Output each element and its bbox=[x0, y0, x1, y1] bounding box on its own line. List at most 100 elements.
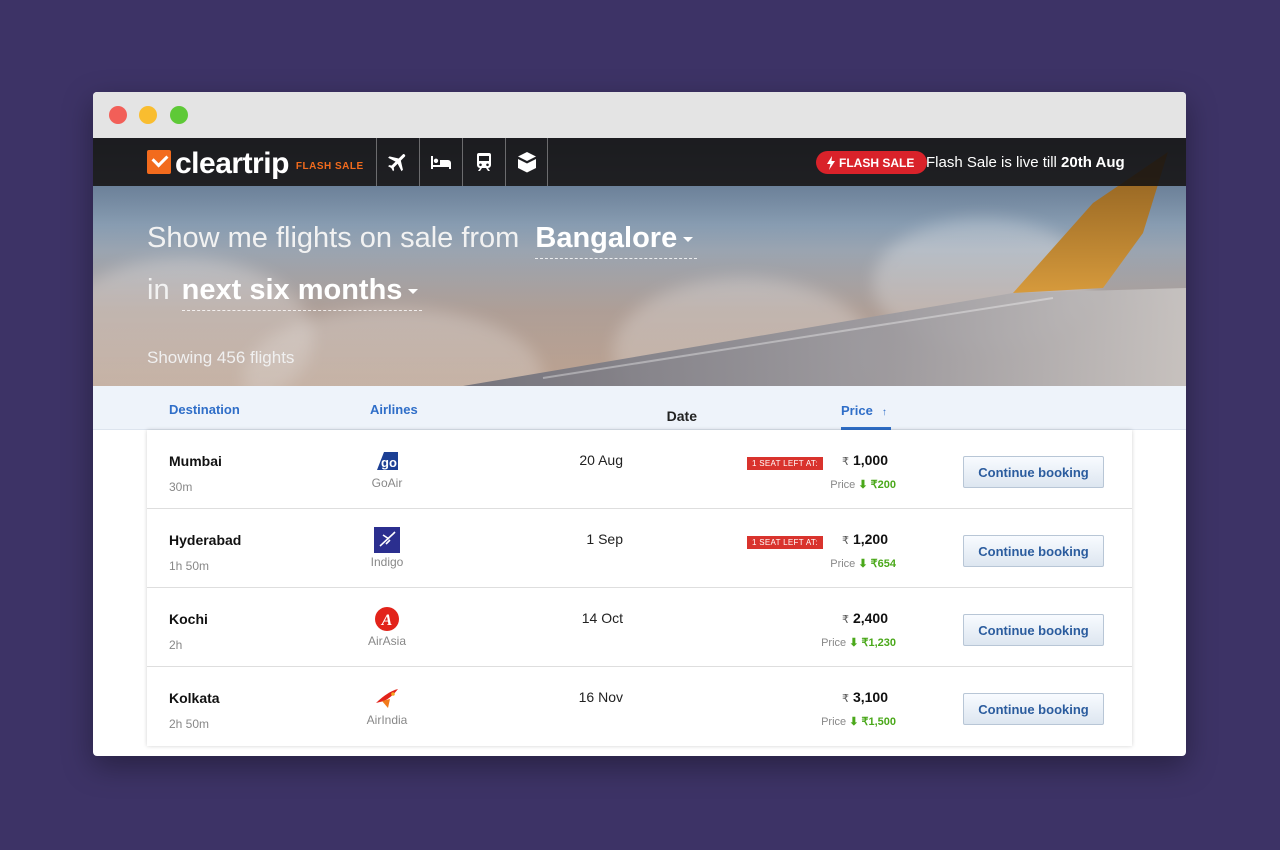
hotel-icon[interactable] bbox=[419, 138, 462, 186]
sort-by-price[interactable]: Price ↑ bbox=[841, 403, 891, 430]
sort-by-date[interactable]: Date bbox=[591, 408, 697, 424]
airline-name: GoAir bbox=[371, 476, 403, 490]
fare-value: 2,400 bbox=[852, 610, 888, 626]
airasia-logo-icon: A bbox=[375, 607, 399, 631]
price-drop-value: ₹200 bbox=[870, 479, 896, 491]
browser-window: cleartrip Flash Sale FLASH SALE bbox=[93, 92, 1186, 756]
fare-price: ₹2,400 bbox=[842, 610, 888, 626]
origin-value: Bangalore bbox=[535, 222, 678, 254]
fare-price: ₹1,000 bbox=[842, 452, 888, 468]
train-icon[interactable] bbox=[462, 138, 505, 186]
results-column-header: Destination Airlines Date Price ↑ bbox=[93, 386, 1186, 430]
continue-booking-button[interactable]: Continue booking bbox=[963, 535, 1104, 567]
goair-logo-icon: go bbox=[377, 452, 398, 470]
destination-city: Kolkata bbox=[169, 690, 220, 706]
period-value: next six months bbox=[181, 274, 403, 306]
fare-price: ₹3,100 bbox=[842, 689, 888, 705]
headline-prefix: Show me flights on sale from bbox=[147, 222, 520, 254]
destination-city: Kochi bbox=[169, 611, 208, 627]
flight-duration: 30m bbox=[169, 480, 193, 494]
flight-row: Mumbai 30m go GoAir 20 Aug 1 seat left a… bbox=[147, 430, 1132, 509]
rupee-icon: ₹ bbox=[841, 535, 849, 547]
sort-ascending-icon: ↑ bbox=[881, 407, 887, 418]
arrow-down-icon: ⬇ bbox=[858, 558, 868, 570]
close-window-button[interactable] bbox=[109, 106, 127, 124]
fare-value: 1,000 bbox=[852, 452, 888, 468]
origin-selector[interactable]: Bangalore bbox=[535, 222, 698, 259]
price-drop-label: Price bbox=[821, 716, 847, 728]
sort-by-airlines[interactable]: Airlines bbox=[370, 402, 418, 417]
continue-booking-button[interactable]: Continue booking bbox=[963, 693, 1104, 725]
rupee-icon: ₹ bbox=[841, 456, 849, 468]
continue-booking-button[interactable]: Continue booking bbox=[963, 456, 1104, 488]
product-nav bbox=[376, 138, 548, 186]
top-navigation-bar: cleartrip Flash Sale FLASH SALE bbox=[93, 138, 1186, 186]
fare-price: ₹1,200 bbox=[842, 531, 888, 547]
indigo-logo-icon bbox=[374, 527, 400, 553]
flight-duration: 1h 50m bbox=[169, 559, 210, 573]
maximize-window-button[interactable] bbox=[170, 106, 188, 124]
flash-info-text: Flash Sale is live till bbox=[926, 154, 1062, 171]
price-drop: Price ⬇ ₹1,500 bbox=[821, 715, 896, 728]
flight-date: 16 Nov bbox=[578, 689, 623, 705]
minimize-window-button[interactable] bbox=[139, 106, 157, 124]
price-drop-label: Price bbox=[830, 479, 856, 491]
flash-sale-info: Flash Sale is live till 20th Aug bbox=[926, 154, 1125, 171]
airline-cell: Indigo bbox=[352, 527, 422, 569]
fare-value: 3,100 bbox=[852, 689, 888, 705]
airline-name: Indigo bbox=[370, 555, 404, 569]
rupee-icon: ₹ bbox=[841, 614, 849, 626]
airline-cell: A AirAsia bbox=[352, 606, 422, 648]
svg-text:go: go bbox=[381, 455, 397, 470]
checkmark-icon bbox=[147, 150, 171, 174]
chevron-down-icon bbox=[408, 288, 419, 294]
destination-city: Hyderabad bbox=[169, 532, 242, 548]
airline-cell: go GoAir bbox=[352, 448, 422, 490]
price-drop-value: ₹1,500 bbox=[861, 716, 896, 728]
rupee-icon: ₹ bbox=[841, 693, 849, 705]
chevron-down-icon bbox=[683, 236, 694, 242]
price-drop-value: ₹654 bbox=[870, 558, 896, 570]
lightning-icon bbox=[827, 155, 835, 170]
arrow-down-icon: ⬇ bbox=[858, 479, 868, 491]
price-drop-label: Price bbox=[821, 637, 847, 649]
flight-row: Kolkata 2h 50m AirIndia 16 Nov ₹3,100 Pr… bbox=[147, 667, 1132, 746]
destination-city: Mumbai bbox=[169, 453, 222, 469]
results-count: Showing 456 flights bbox=[147, 348, 295, 367]
arrow-down-icon: ⬇ bbox=[849, 716, 859, 728]
headline-in: in bbox=[147, 274, 170, 306]
hero-banner: cleartrip Flash Sale FLASH SALE bbox=[93, 138, 1186, 386]
flight-icon[interactable] bbox=[376, 138, 419, 186]
price-header-label: Price bbox=[841, 403, 873, 418]
flash-sale-badge-label: FLASH SALE bbox=[839, 155, 915, 170]
flight-date: 1 Sep bbox=[586, 531, 623, 547]
search-headline-line1: Show me flights on sale from Bangalore bbox=[147, 222, 698, 259]
flight-list: Mumbai 30m go GoAir 20 Aug 1 seat left a… bbox=[147, 430, 1132, 746]
period-selector[interactable]: next six months bbox=[181, 274, 423, 311]
flight-row: Kochi 2h A AirAsia 14 Oct ₹2,400 Price ⬇… bbox=[147, 588, 1132, 667]
cleartrip-logo[interactable]: cleartrip Flash Sale bbox=[147, 149, 364, 179]
brand-subtitle: Flash Sale bbox=[295, 161, 364, 172]
price-drop: Price ⬇ ₹654 bbox=[830, 557, 896, 570]
activities-icon[interactable] bbox=[505, 138, 548, 186]
sort-by-destination[interactable]: Destination bbox=[169, 402, 240, 417]
price-drop-label: Price bbox=[830, 558, 856, 570]
svg-text:A: A bbox=[381, 612, 393, 629]
flight-duration: 2h 50m bbox=[169, 717, 210, 731]
flight-date: 14 Oct bbox=[581, 610, 623, 626]
price-drop: Price ⬇ ₹200 bbox=[830, 478, 896, 491]
flight-duration: 2h bbox=[169, 638, 183, 652]
price-drop-value: ₹1,230 bbox=[861, 637, 896, 649]
window-titlebar bbox=[93, 92, 1186, 138]
brand-name: cleartrip bbox=[175, 147, 289, 180]
continue-booking-button[interactable]: Continue booking bbox=[963, 614, 1104, 646]
airline-cell: AirIndia bbox=[352, 685, 422, 727]
flight-date: 20 Aug bbox=[579, 452, 623, 468]
fare-value: 1,200 bbox=[852, 531, 888, 547]
arrow-down-icon: ⬇ bbox=[849, 637, 859, 649]
airindia-logo-icon bbox=[376, 689, 398, 708]
flash-info-date: 20th Aug bbox=[1061, 154, 1125, 171]
price-drop: Price ⬇ ₹1,230 bbox=[821, 636, 896, 649]
seat-left-tag: 1 seat left at: bbox=[747, 457, 823, 470]
flash-sale-badge[interactable]: FLASH SALE bbox=[816, 151, 928, 174]
